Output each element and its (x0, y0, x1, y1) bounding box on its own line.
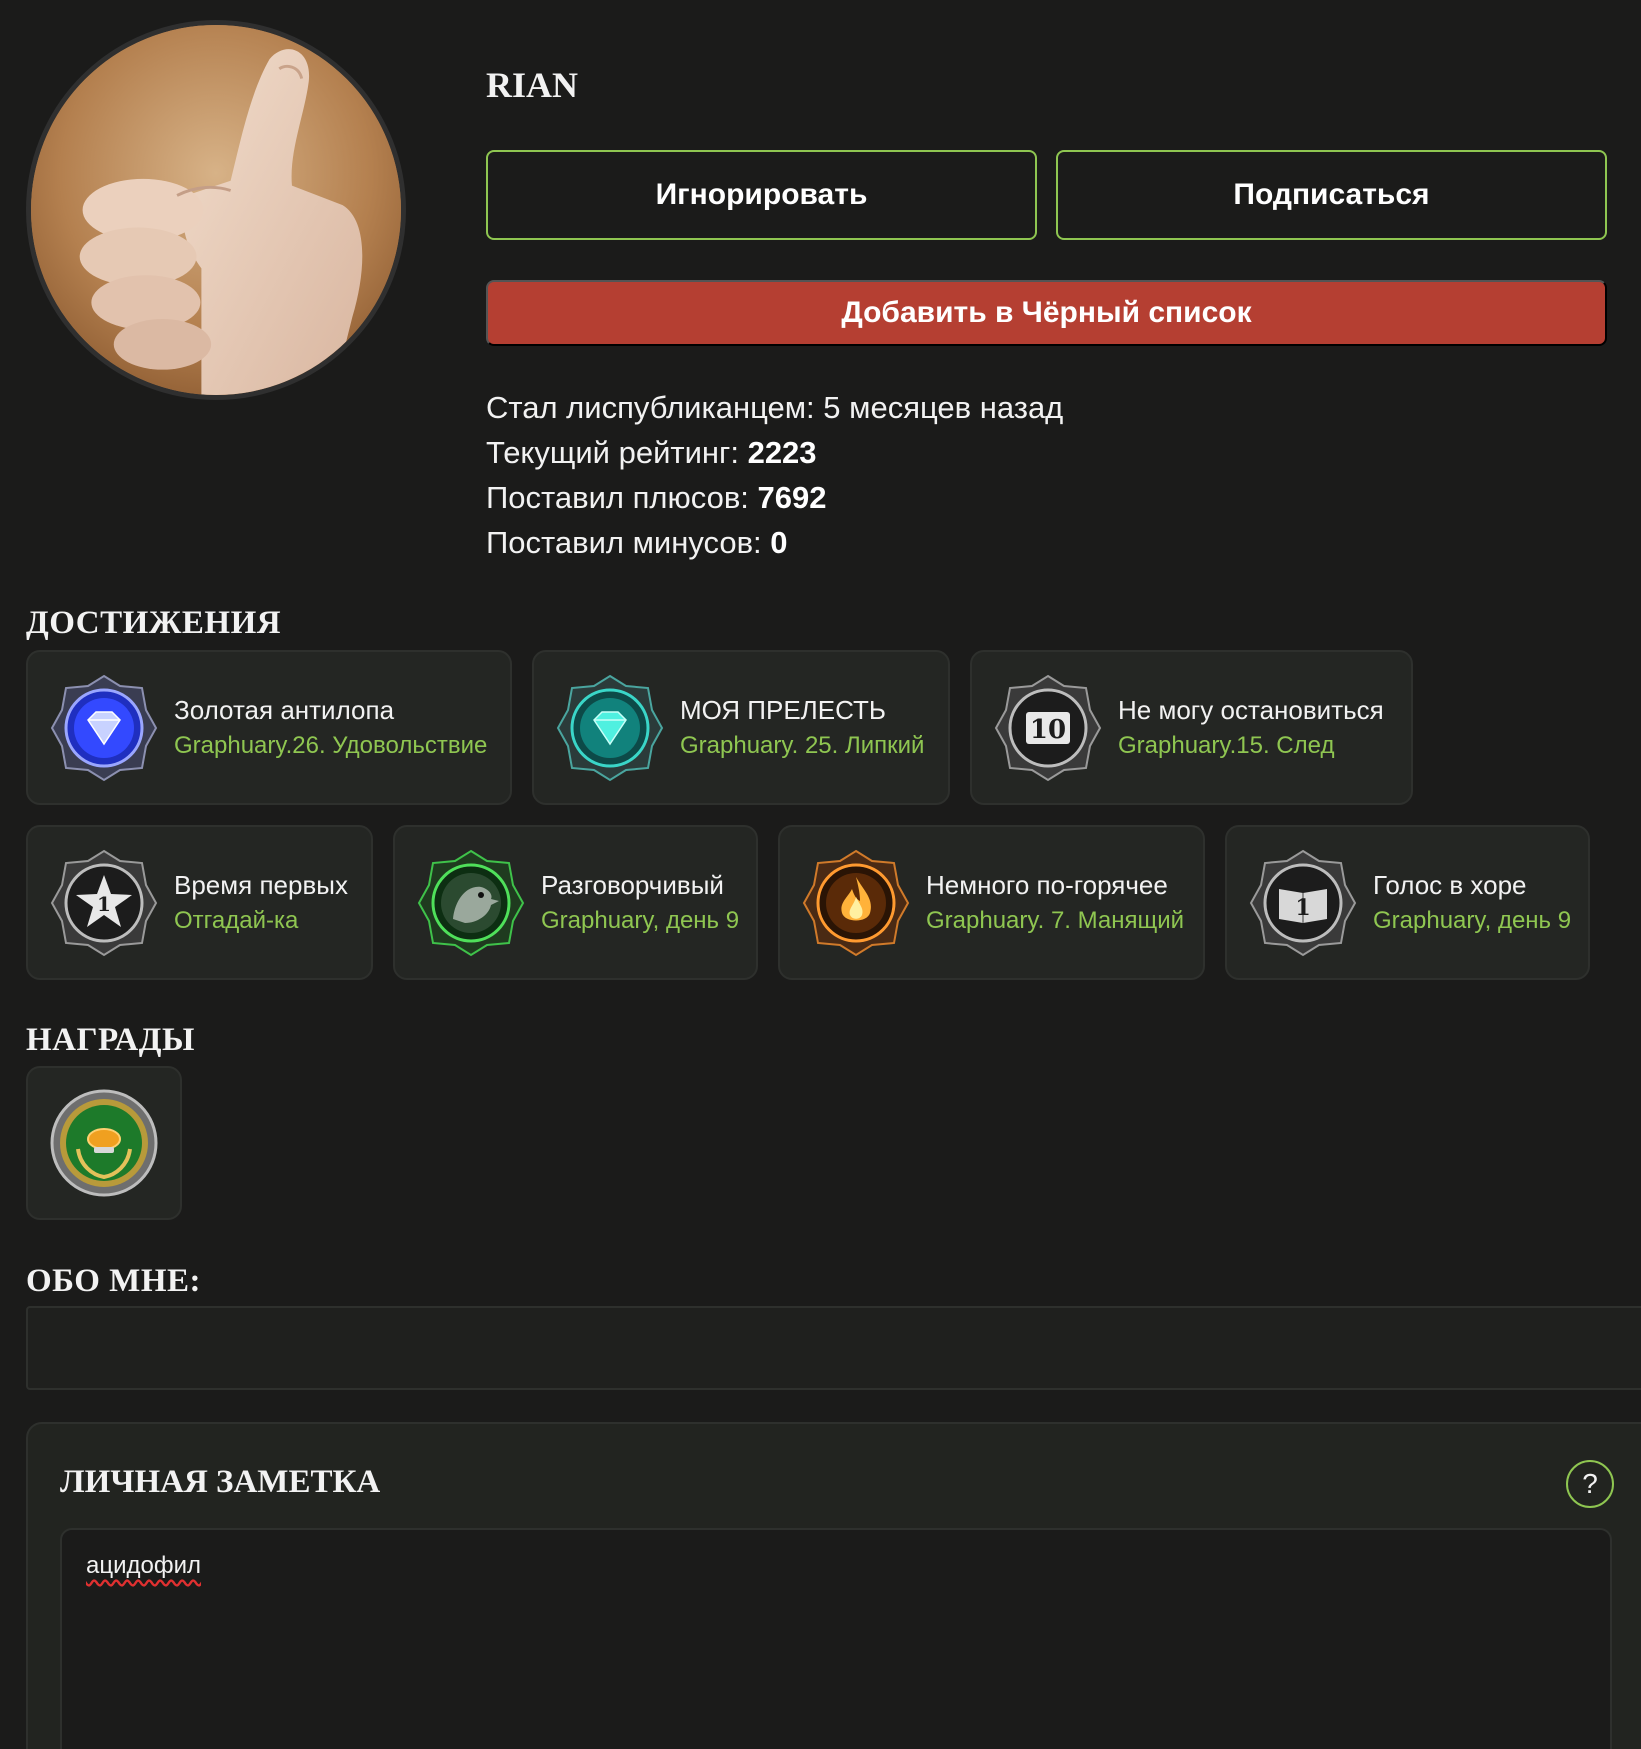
achievement-name: Время первых (174, 869, 348, 900)
teal-diamond-badge-icon (556, 674, 664, 782)
username: RIAN (486, 65, 579, 105)
number-10-badge-icon: 10 (994, 674, 1102, 782)
help-button[interactable]: ? (1566, 1460, 1614, 1508)
achievement-name: Немного по-горячее (926, 869, 1168, 900)
personal-note-textarea[interactable]: ацидофил (60, 1528, 1612, 1749)
book-1-badge-icon: 1 (1249, 849, 1357, 957)
svg-text:1: 1 (97, 892, 111, 916)
svg-text:1: 1 (1295, 895, 1310, 921)
achievement-card[interactable]: Разговорчивый Graphuary, день 9 (393, 825, 758, 980)
achievement-card[interactable]: Немного по-горячее Graphuary. 7. Манящий (778, 825, 1205, 980)
achievement-card[interactable]: 1 Голос в хоре Graphuary, день 9 (1225, 825, 1590, 980)
about-box (26, 1306, 1641, 1390)
stat-rating: Текущий рейтинг: 2223 (486, 435, 817, 470)
achievement-card[interactable]: 10 Не могу остановиться Graphuary.15. Сл… (970, 650, 1413, 805)
ignore-button[interactable]: Игнорировать (486, 150, 1037, 240)
awards-title: НАГРАДЫ (26, 1022, 195, 1058)
star-1-badge-icon: 1 (50, 849, 158, 957)
achievement-name: Разговорчивый (541, 869, 724, 900)
stat-minuses: Поставил минусов: 0 (486, 525, 788, 560)
achievement-name: Не могу остановиться (1118, 694, 1384, 725)
svg-text:10: 10 (1030, 715, 1066, 745)
achievement-name: Голос в хоре (1373, 869, 1527, 900)
personal-note-panel: ЛИЧНАЯ ЗАМЕТКА ? ацидофил (26, 1422, 1641, 1749)
laurel-medal-icon (50, 1089, 158, 1197)
achievement-subtitle: Graphuary. 25. Липкий (680, 731, 925, 759)
achievement-card[interactable]: МОЯ ПРЕЛЕСТЬ Graphuary. 25. Липкий (532, 650, 950, 805)
achievement-card[interactable]: 1 Время первых Отгадай-ка (26, 825, 373, 980)
stat-pluses: Поставил плюсов: 7692 (486, 480, 827, 515)
achievement-subtitle: Graphuary, день 9 (1373, 906, 1572, 934)
personal-note-title: ЛИЧНАЯ ЗАМЕТКА (60, 1464, 381, 1500)
green-bird-badge-icon (417, 849, 525, 957)
profile-stats: Стал лиспубликанцем: 5 месяцев назад Тек… (486, 385, 1063, 565)
blue-diamond-badge-icon (50, 674, 158, 782)
flame-badge-icon (802, 849, 910, 957)
about-title: ОБО МНЕ: (26, 1263, 201, 1299)
personal-note-text: ацидофил (86, 1552, 202, 1579)
avatar (26, 20, 406, 400)
achievement-name: Золотая антилопа (174, 694, 395, 725)
achievement-subtitle: Graphuary. 7. Манящий (926, 906, 1185, 934)
subscribe-button[interactable]: Подписаться (1056, 150, 1607, 240)
achievements-title: ДОСТИЖЕНИЯ (26, 605, 282, 641)
add-to-blacklist-button[interactable]: Добавить в Чёрный список (486, 280, 1607, 346)
achievement-subtitle: Отгадай-ка (174, 906, 299, 934)
achievement-subtitle: Graphuary.15. След (1118, 731, 1335, 759)
award-card[interactable] (26, 1066, 182, 1220)
achievement-subtitle: Graphuary.26. Удовольствие (174, 731, 488, 759)
thumbs-up-photo (31, 25, 401, 395)
stat-joined: Стал лиспубликанцем: 5 месяцев назад (486, 390, 1064, 425)
achievement-card[interactable]: Золотая антилопа Graphuary.26. Удовольст… (26, 650, 512, 805)
achievement-subtitle: Graphuary, день 9 (541, 906, 740, 934)
achievement-name: МОЯ ПРЕЛЕСТЬ (680, 694, 886, 725)
